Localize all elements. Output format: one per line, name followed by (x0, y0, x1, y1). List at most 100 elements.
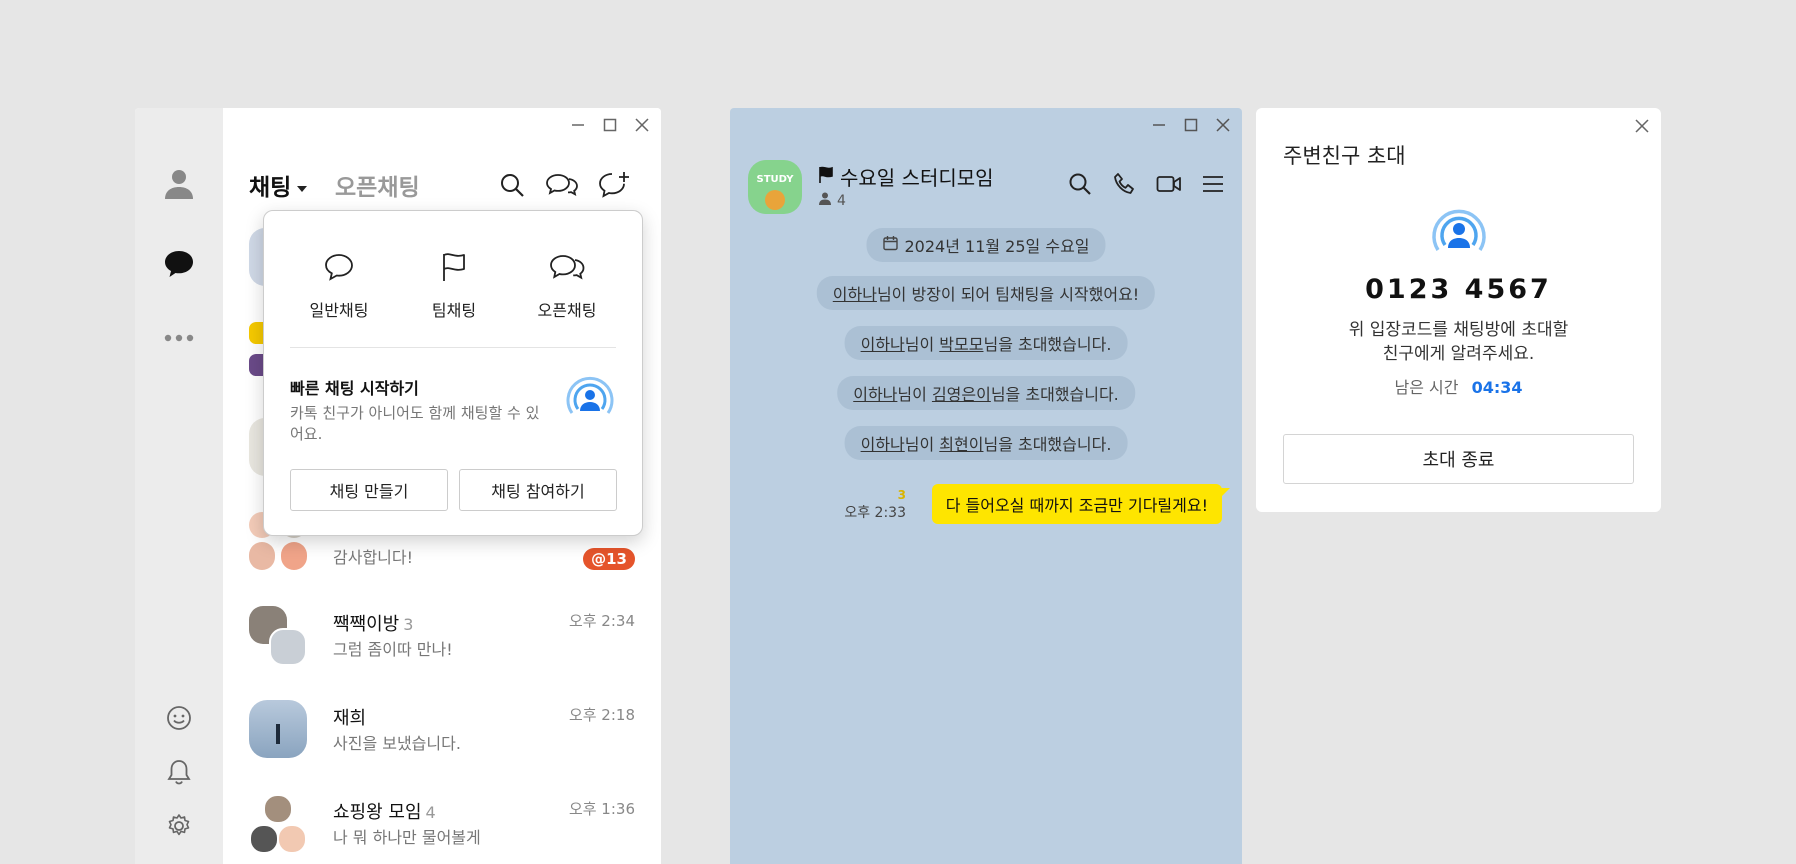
emoji-icon[interactable] (159, 698, 199, 738)
search-icon[interactable] (495, 168, 529, 202)
avatar (249, 794, 307, 854)
minimize-icon[interactable] (567, 114, 589, 136)
close-icon[interactable] (1635, 118, 1649, 137)
chat-bubble-icon (284, 247, 394, 287)
invite-title: 주변친구 초대 (1283, 144, 1406, 168)
open-chat-icon (512, 247, 622, 287)
phone-icon[interactable] (1112, 172, 1136, 200)
mention-badge: @13 (583, 548, 635, 570)
option-open-chat[interactable]: 오픈채팅 (512, 247, 622, 321)
more-icon[interactable] (159, 318, 199, 358)
chat-preview: 나 뭐 하나만 물어볼게 (333, 828, 481, 847)
chat-name: 짹짹이방 3 (333, 614, 414, 635)
system-text: 님을 초대했습니다. (983, 335, 1112, 354)
date-text: 2024년 11월 25일 수요일 (904, 237, 1090, 256)
chat-time: 오후 2:18 (568, 706, 635, 724)
divider (290, 347, 616, 348)
quick-chat-title: 빠른 채팅 시작하기 (290, 379, 419, 398)
join-chat-button[interactable]: 채팅 참여하기 (459, 469, 617, 511)
option-label: 일반채팅 (309, 301, 369, 320)
system-text: 님이 (897, 385, 932, 404)
calendar-icon (882, 235, 898, 255)
option-label: 팀채팅 (431, 301, 477, 320)
chat-time: 오후 1:36 (568, 800, 635, 818)
chat-name: 쇼핑왕 모임 4 (333, 802, 436, 823)
minimize-icon[interactable] (1148, 114, 1170, 136)
message-meta: 3 오후 2:33 (844, 488, 906, 522)
system-text: 님이 방장이 되어 팀채팅을 시작했어요! (876, 285, 1140, 304)
room-title-row: 수요일 스터디모임 (818, 162, 994, 191)
member-count[interactable]: 4 (819, 192, 846, 209)
user-link[interactable]: 이하나 (861, 431, 905, 455)
menu-icon[interactable] (1202, 174, 1224, 198)
remaining-value: 04:34 (1471, 378, 1523, 397)
user-link[interactable]: 김영은이 (932, 381, 991, 405)
new-chat-popup: 일반채팅 팀채팅 오픈채팅 빠른 채팅 시작하기 카톡 친구가 아니어도 함께 … (263, 210, 643, 536)
my-message-bubble[interactable]: 다 들어오실 때까지 조금만 기다릴게요! (931, 484, 1222, 524)
user-link[interactable]: 이하나 (853, 381, 897, 405)
invite-code: 0123 4567 (1365, 274, 1552, 305)
date-chip: 2024년 11월 25일 수요일 (866, 228, 1106, 262)
window-controls (1148, 114, 1234, 136)
flag-icon (399, 247, 509, 287)
invite-desc-line: 친구에게 알려주세요. (1382, 344, 1535, 364)
member-count-value: 4 (837, 192, 846, 209)
room-avatar-text: STUDY (756, 174, 794, 185)
user-link[interactable]: 이하나 (861, 331, 905, 355)
system-text: 님을 초대했습니다. (983, 435, 1112, 454)
invite-desc-line: 위 입장코드를 채팅방에 초대할 (1348, 320, 1569, 340)
chat-room-window: STUDY 수요일 스터디모임 4 2024년 11월 25일 수요일 이하나 님… (730, 108, 1242, 864)
bell-icon[interactable] (159, 752, 199, 792)
sidebar (135, 108, 223, 864)
chat-preview: 사진을 보냈습니다. (333, 734, 461, 753)
close-icon[interactable] (631, 114, 653, 136)
system-text: 님이 (904, 335, 940, 354)
create-chat-button[interactable]: 채팅 만들기 (290, 469, 448, 511)
bubble-tail (1220, 488, 1230, 498)
tab-chat-label: 채팅 (249, 175, 292, 201)
user-link[interactable]: 이하나 (833, 281, 877, 305)
chat-time: 오후 2:34 (568, 612, 635, 630)
quick-chat-desc: 카톡 친구가 아니어도 함께 채팅할 수 있어요. (290, 404, 540, 443)
person-icon (819, 192, 831, 209)
broadcast-icon (564, 373, 616, 425)
chat-name: 재희 (333, 708, 367, 729)
system-message: 이하나 님이 박모모 님을 초대했습니다. (844, 326, 1128, 360)
tab-chat[interactable]: 채팅 (249, 168, 308, 202)
gear-icon[interactable] (159, 806, 199, 846)
video-icon[interactable] (1156, 174, 1182, 198)
room-title: 수요일 스터디모임 (840, 166, 994, 190)
remaining-time: 남은 시간 04:34 (1256, 374, 1661, 398)
broadcast-icon (1430, 204, 1488, 262)
chat-bubble-icon[interactable] (159, 244, 199, 284)
unread-count: 3 (897, 488, 906, 502)
option-normal-chat[interactable]: 일반채팅 (284, 247, 394, 321)
list-item[interactable]: 재희 오후 2:18 사진을 보냈습니다. (223, 700, 661, 790)
invite-window: 주변친구 초대 0123 4567 위 입장코드를 채팅방에 초대할 친구에게 … (1256, 108, 1661, 512)
friends-person-icon[interactable] (159, 164, 199, 204)
avatar (249, 606, 307, 666)
room-avatar[interactable]: STUDY (748, 160, 802, 214)
maximize-icon[interactable] (599, 114, 621, 136)
maximize-icon[interactable] (1180, 114, 1202, 136)
remaining-label: 남은 시간 (1394, 378, 1459, 397)
system-message: 이하나 님이 방장이 되어 팀채팅을 시작했어요! (816, 276, 1156, 310)
list-item[interactable]: 쇼핑왕 모임 4 오후 1:36 나 뭐 하나만 물어볼게 (223, 794, 661, 864)
open-chat-icon[interactable] (545, 168, 579, 202)
search-icon[interactable] (1068, 172, 1092, 200)
caret-down-icon (297, 172, 308, 198)
end-invite-button[interactable]: 초대 종료 (1283, 434, 1634, 484)
character-icon (765, 190, 785, 210)
new-chat-icon[interactable] (597, 168, 631, 202)
user-link[interactable]: 최현이 (939, 431, 983, 455)
system-text: 님을 초대했습니다. (990, 385, 1119, 404)
system-text: 님이 (904, 435, 940, 454)
list-item[interactable]: 짹짹이방 3 오후 2:34 그럼 좀이따 만나! (223, 606, 661, 696)
close-icon[interactable] (1212, 114, 1234, 136)
chat-preview: 그럼 좀이따 만나! (333, 640, 453, 659)
tab-open-chat[interactable]: 오픈채팅 (335, 168, 420, 202)
user-link[interactable]: 박모모 (939, 331, 983, 355)
option-label: 오픈채팅 (537, 301, 597, 320)
option-team-chat[interactable]: 팀채팅 (399, 247, 509, 321)
invite-desc: 위 입장코드를 채팅방에 초대할 친구에게 알려주세요. (1256, 318, 1661, 366)
